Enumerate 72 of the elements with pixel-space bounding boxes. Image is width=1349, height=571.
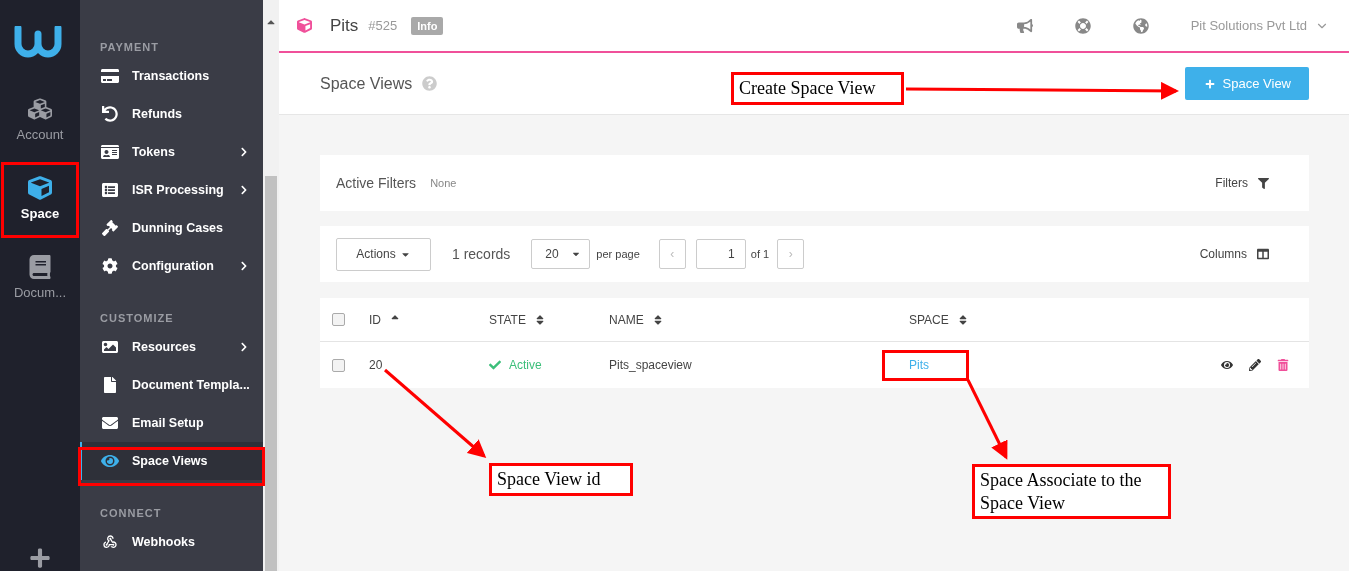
lifebuoy-icon[interactable] [1074,17,1091,34]
list-icon [100,182,120,198]
rail-label: Space [20,205,60,221]
column-header[interactable]: STATE [489,312,526,327]
section-title: CONNECT [99,506,163,521]
table-cell-text: Pits_spaceview [609,358,693,372]
per-page-label: per page [596,248,640,260]
id-card-icon [100,144,120,160]
columns-button[interactable]: Columns [1199,247,1269,261]
scrollbar[interactable] [263,0,279,571]
section-title: CUSTOMIZE [99,311,175,326]
view-icon[interactable] [1221,359,1233,371]
filters-value: None [430,177,457,189]
page-total: of 1 [750,248,770,260]
rail-label: Docum... [14,284,66,300]
nav-item[interactable]: Transactions [80,57,263,95]
edit-icon[interactable] [1249,359,1261,371]
gavel-icon [100,220,120,236]
cubes-icon [28,96,52,121]
column-header[interactable]: ID [369,312,381,327]
nav-item[interactable]: Resources [80,328,263,366]
page-field[interactable]: 1 [695,239,746,269]
nav-item[interactable]: Webhooks [80,523,263,561]
check-icon [489,359,501,371]
envelope-icon [100,415,120,431]
space-title: Pits [330,15,359,36]
nav-item[interactable]: Tokens [80,133,263,171]
filters-button[interactable]: Filters [1215,176,1269,190]
cube-icon [297,18,312,33]
nav-item[interactable]: Document Templa... [80,366,263,404]
nav-item[interactable]: ISR Processing [80,171,263,209]
per-page-select[interactable]: 20 [531,239,591,269]
table-cell-text: 20 [369,358,384,372]
nav-item[interactable]: Refunds [80,95,263,133]
columns-icon [1257,248,1269,260]
column-header[interactable]: NAME [609,312,644,327]
nav-item[interactable]: Configuration [80,247,263,285]
megaphone-icon[interactable] [1016,17,1033,34]
rail-label: Account [16,126,64,142]
nav-item[interactable]: Email Setup [80,404,263,442]
actions-button[interactable]: Actions [336,237,431,271]
undo-icon [100,106,120,122]
rail-item[interactable]: Space [0,164,80,232]
page-title: Space Views [320,74,413,93]
book-icon [28,254,52,279]
delete-icon[interactable] [1277,359,1289,371]
nav-item[interactable]: Dunning Cases [80,209,263,247]
image-icon [100,339,120,355]
space-id: #525 [368,18,398,33]
callout: Space View id [489,463,633,496]
callout: Create Space View [731,72,904,105]
rail-item[interactable]: Docum... [0,246,80,308]
nav-item[interactable]: Space Views [80,442,263,480]
filter-icon [1258,177,1269,189]
add-icon[interactable] [29,547,51,569]
checkbox[interactable] [332,313,345,326]
rail-item[interactable]: Account [0,88,80,150]
settings-icon [100,258,120,274]
checkbox[interactable] [332,358,345,372]
filters-label: Active Filters [336,175,417,191]
cube-icon [28,175,52,200]
column-header[interactable]: SPACE [909,312,949,327]
globe-icon[interactable] [1132,17,1149,34]
webhook-icon [100,534,120,550]
card-icon [100,68,120,84]
callout: Space Associate to the Space View [972,464,1171,519]
scroll-thumb[interactable] [265,176,277,571]
state-cell: Active [489,358,609,372]
plus-icon [1204,78,1215,89]
record-count: 1 records [452,246,511,262]
section-title: PAYMENT [99,40,160,55]
eye-icon [100,453,120,469]
